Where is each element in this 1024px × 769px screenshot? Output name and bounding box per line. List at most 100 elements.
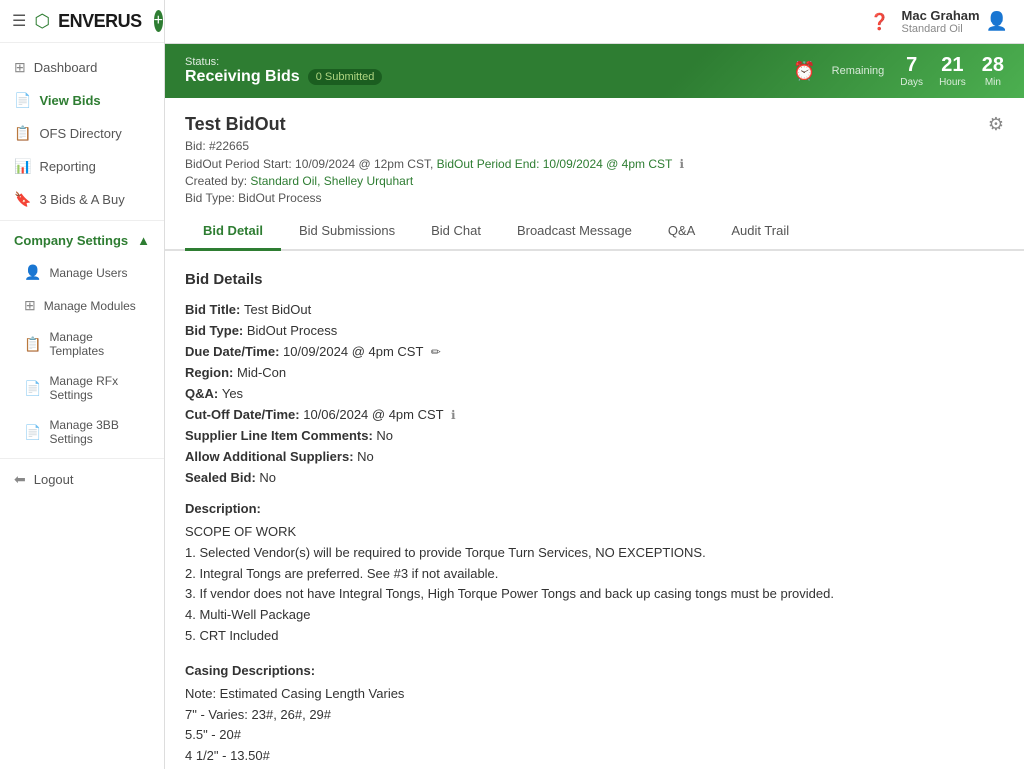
detail-value: No xyxy=(357,449,374,464)
casing-note: Note: Estimated Casing Length Varies xyxy=(185,684,1004,705)
edit-due-date-icon[interactable]: ✏ xyxy=(431,345,441,359)
top-header: ❓ Mac Graham Standard Oil 👤 xyxy=(165,0,1024,44)
status-info: Status: Receiving Bids 0 Submitted xyxy=(185,56,382,86)
detail-supplier-line: Supplier Line Item Comments: No xyxy=(185,428,1004,443)
sidebar-item-label: Dashboard xyxy=(34,60,98,75)
tab-bid-chat[interactable]: Bid Chat xyxy=(413,213,499,251)
3bb-icon: 📄 xyxy=(24,424,41,441)
timer-mins: 28 Min xyxy=(982,54,1004,88)
user-avatar-icon[interactable]: 👤 xyxy=(986,11,1008,32)
chevron-up-icon: ▲ xyxy=(137,233,150,248)
sidebar-item-label: Logout xyxy=(34,472,74,487)
sidebar-item-manage-users[interactable]: 👤 Manage Users xyxy=(10,256,164,289)
sidebar-item-manage-templates[interactable]: 📋 Manage Templates xyxy=(10,322,164,366)
detail-value: 10/09/2024 @ 4pm CST xyxy=(283,344,423,359)
ofs-icon: 📋 xyxy=(14,125,31,142)
sidebar-item-label: 3 Bids & A Buy xyxy=(39,192,124,207)
detail-value: No xyxy=(376,428,393,443)
bid-settings-icon[interactable]: ⚙ xyxy=(988,114,1004,135)
detail-label: Bid Type: xyxy=(185,323,247,338)
detail-label: Bid Title: xyxy=(185,302,244,317)
sidebar-item-manage-rfx[interactable]: 📄 Manage RFx Settings xyxy=(10,366,164,410)
created-company-link[interactable]: Standard Oil, xyxy=(250,174,320,188)
bid-title: Test BidOut xyxy=(185,114,684,135)
description-line-4: 4. Multi-Well Package xyxy=(185,605,1004,626)
tab-bid-submissions[interactable]: Bid Submissions xyxy=(281,213,413,251)
sidebar-item-manage-modules[interactable]: ⊞ Manage Modules xyxy=(10,289,164,322)
hours-label: Hours xyxy=(939,77,966,88)
tab-bid-detail[interactable]: Bid Detail xyxy=(185,213,281,251)
3bids-icon: 🔖 xyxy=(14,191,31,208)
casing-section: Casing Descriptions: Note: Estimated Cas… xyxy=(185,663,1004,767)
company-settings-header[interactable]: Company Settings ▲ xyxy=(0,225,164,256)
detail-label: Q&A: xyxy=(185,386,222,401)
detail-region: Region: Mid-Con xyxy=(185,365,1004,380)
company-settings-label: Company Settings xyxy=(14,233,128,248)
casing-line-3: 4 1/2" - 13.50# xyxy=(185,746,1004,767)
detail-bid-type: Bid Type: BidOut Process xyxy=(185,323,1004,338)
submitted-badge: 0 Submitted xyxy=(308,69,383,85)
detail-value: Yes xyxy=(222,386,243,401)
sidebar-item-reporting[interactable]: 📊 Reporting xyxy=(0,150,164,183)
tab-audit-trail[interactable]: Audit Trail xyxy=(713,213,807,251)
detail-cutoff-date: Cut-Off Date/Time: 10/06/2024 @ 4pm CST … xyxy=(185,407,1004,422)
status-value: Receiving Bids xyxy=(185,68,300,86)
description-line-3: 3. If vendor does not have Integral Tong… xyxy=(185,584,1004,605)
sidebar-logo: ☰ ⬡ ENVERUS + xyxy=(0,0,164,43)
detail-label: Sealed Bid: xyxy=(185,470,259,485)
add-new-button[interactable]: + xyxy=(154,10,163,32)
sidebar-item-manage-3bb[interactable]: 📄 Manage 3BB Settings xyxy=(10,410,164,454)
tab-broadcast-message[interactable]: Broadcast Message xyxy=(499,213,650,251)
detail-sealed-bid: Sealed Bid: No xyxy=(185,470,1004,485)
hours-value: 21 xyxy=(939,54,966,77)
description-line-2: 2. Integral Tongs are preferred. See #3 … xyxy=(185,564,1004,585)
logo-grid-icon: ⬡ xyxy=(34,11,50,32)
sidebar-item-label: Manage Templates xyxy=(49,330,150,358)
casing-line-1: 7" - Varies: 23#, 26#, 29# xyxy=(185,705,1004,726)
detail-value: BidOut Process xyxy=(247,323,337,338)
status-label: Status: xyxy=(185,56,382,68)
created-person-link[interactable]: Shelley Urquhart xyxy=(324,174,413,188)
sidebar-item-ofs-directory[interactable]: 📋 OFS Directory xyxy=(0,117,164,150)
description-title: Description: xyxy=(185,501,1004,516)
sidebar-item-label: Manage 3BB Settings xyxy=(49,418,150,446)
cutoff-info-icon[interactable]: ℹ xyxy=(451,408,456,422)
sidebar-item-3bids[interactable]: 🔖 3 Bids & A Buy xyxy=(0,183,164,216)
sidebar-item-label: Manage Users xyxy=(49,266,127,280)
bid-header-info: Test BidOut Bid: #22665 BidOut Period St… xyxy=(185,114,684,205)
description-line-1: 1. Selected Vendor(s) will be required t… xyxy=(185,543,1004,564)
users-icon: 👤 xyxy=(24,264,41,281)
timer-remaining-label: Remaining xyxy=(832,65,885,77)
detail-value: 10/06/2024 @ 4pm CST xyxy=(303,407,443,422)
detail-due-date: Due Date/Time: 10/09/2024 @ 4pm CST ✏ xyxy=(185,344,1004,359)
period-info-icon[interactable]: ℹ xyxy=(679,157,684,171)
timer-days: 7 Days xyxy=(900,54,923,88)
sidebar-item-dashboard[interactable]: ⊞ Dashboard xyxy=(0,51,164,84)
sidebar-item-label: Reporting xyxy=(39,159,95,174)
modules-icon: ⊞ xyxy=(24,297,36,314)
detail-label: Region: xyxy=(185,365,237,380)
sidebar-item-view-bids[interactable]: 📄 View Bids xyxy=(0,84,164,117)
description-line-5: 5. CRT Included xyxy=(185,626,1004,647)
tab-qa[interactable]: Q&A xyxy=(650,213,713,251)
clock-icon: ⏰ xyxy=(793,61,815,82)
hamburger-icon[interactable]: ☰ xyxy=(12,11,26,31)
bid-type: Bid Type: BidOut Process xyxy=(185,191,684,205)
created-by-label: Created by: xyxy=(185,174,247,188)
tabs-bar: Bid Detail Bid Submissions Bid Chat Broa… xyxy=(165,213,1024,251)
rfx-icon: 📄 xyxy=(24,380,41,397)
detail-value: No xyxy=(259,470,276,485)
detail-label: Supplier Line Item Comments: xyxy=(185,428,376,443)
mins-label: Min xyxy=(982,77,1004,88)
help-icon[interactable]: ❓ xyxy=(870,12,890,32)
casing-line-2: 5.5" - 20# xyxy=(185,725,1004,746)
timer-group: ⏰ Remaining 7 Days 21 Hours 28 Min xyxy=(793,54,1004,88)
user-company: Standard Oil xyxy=(902,23,980,35)
bid-period-end-link[interactable]: BidOut Period End: 10/09/2024 @ 4pm CST xyxy=(437,157,672,171)
bid-type-value: BidOut Process xyxy=(238,191,321,205)
casing-title: Casing Descriptions: xyxy=(185,663,1004,678)
bid-type-label: Bid Type: xyxy=(185,191,235,205)
sidebar-item-logout[interactable]: ⬅ Logout xyxy=(0,463,164,496)
remaining-label: Remaining xyxy=(832,65,885,77)
bid-period-start: BidOut Period Start: 10/09/2024 @ 12pm C… xyxy=(185,157,433,171)
